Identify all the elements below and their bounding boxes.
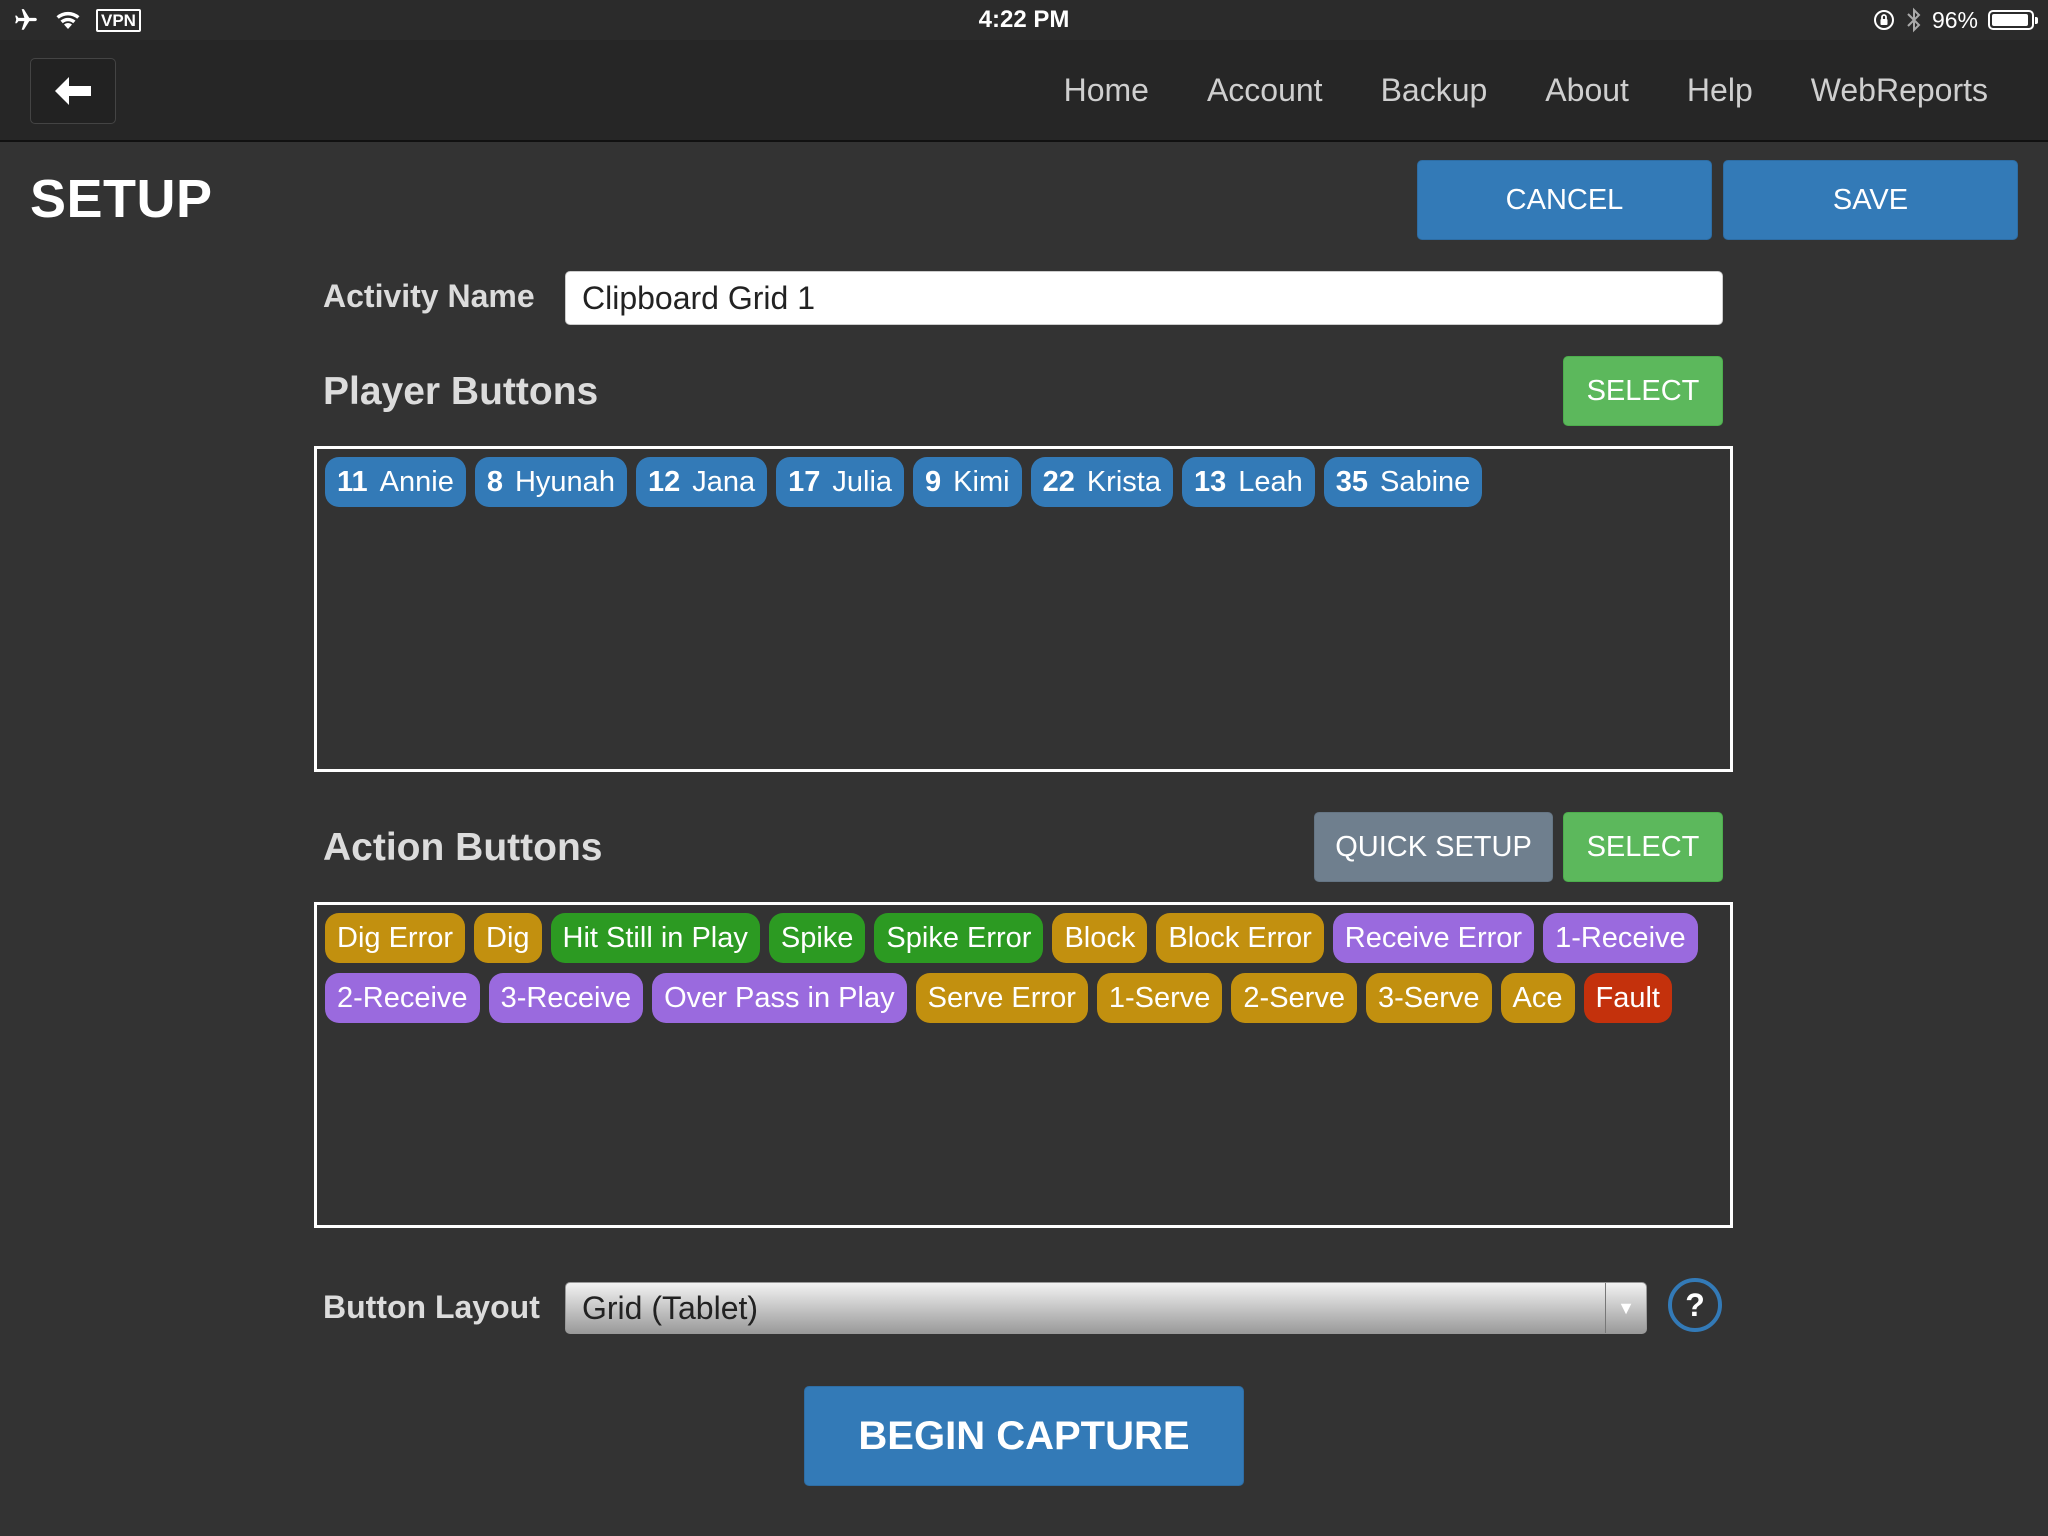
action-select-button[interactable]: SELECT [1563,812,1723,882]
player-name: Annie [379,466,454,498]
action-chip[interactable]: 1-Serve [1096,973,1223,1023]
bluetooth-icon [1907,7,1921,33]
begin-capture-button[interactable]: BEGIN CAPTURE [804,1386,1244,1486]
action-chip[interactable]: Hit Still in Play [550,913,760,963]
action-chip[interactable]: Block Error [1156,913,1324,963]
player-chip[interactable]: 22 Krista [1030,457,1173,507]
player-number: 13 [1193,466,1227,498]
player-number: 9 [925,466,942,498]
nav-link-home[interactable]: Home [1064,72,1149,109]
cancel-button[interactable]: CANCEL [1417,160,1712,240]
player-number: 17 [788,466,821,498]
action-chip[interactable]: Serve Error [915,973,1088,1023]
battery-icon [1988,10,2038,30]
action-chip[interactable]: 3-Serve [1365,973,1492,1023]
page-title: SETUP [30,169,213,229]
player-chip[interactable]: 8 Hyunah [474,457,627,507]
button-layout-select[interactable]: Grid (Tablet) ▼ [565,1282,1647,1334]
action-chip[interactable]: 3-Receive [488,973,644,1023]
player-buttons-title: Player Buttons [323,370,599,413]
action-chip[interactable]: 2-Serve [1231,973,1357,1023]
orientation-lock-icon [1873,10,1894,30]
action-chip[interactable]: Dig Error [325,913,466,963]
player-chip[interactable]: 9 Kimi [913,457,1022,507]
nav-link-webreports[interactable]: WebReports [1811,72,1988,109]
player-select-button[interactable]: SELECT [1563,356,1723,426]
nav-link-help[interactable]: Help [1687,72,1753,109]
action-buttons-title: Action Buttons [323,826,603,869]
action-chip[interactable]: Fault [1583,973,1672,1023]
player-number: 8 [486,466,503,498]
player-name: Leah [1238,466,1303,498]
player-name: Julia [832,466,893,498]
player-name: Sabine [1380,466,1471,498]
player-chip[interactable]: 12 Jana [635,457,768,507]
nav-links: Home Account Backup About Help WebReport… [1064,40,1988,140]
battery-fill [1992,14,2029,26]
triangle-down-icon: ▼ [1605,1283,1646,1333]
action-buttons-box: Dig Error Dig Hit Still in Play Spike Spike … [314,902,1733,1228]
action-chip[interactable]: 1-Receive [1543,913,1698,963]
player-number: 22 [1042,466,1075,498]
action-chip[interactable]: Spike [768,913,866,963]
save-button[interactable]: SAVE [1723,160,2018,240]
action-chip[interactable]: Receive Error [1332,913,1535,963]
activity-name-input[interactable] [565,271,1723,325]
back-button[interactable] [30,58,116,124]
status-bar: VPN 4:22 PM 96% [0,0,2048,40]
nav-link-account[interactable]: Account [1207,72,1323,109]
button-layout-label: Button Layout [323,1289,540,1325]
player-name: Hyunah [514,466,615,498]
action-chip[interactable]: Spike Error [874,913,1044,963]
arrow-left-icon [55,77,91,105]
player-name: Krista [1086,466,1161,498]
action-chip[interactable]: Dig [474,913,542,963]
nav-bar: Home Account Backup About Help WebReport… [0,40,2048,142]
status-time: 4:22 PM [978,6,1070,33]
quick-setup-button[interactable]: QUICK SETUP [1314,812,1553,882]
player-buttons-box: 11 Annie 8 Hyunah 12 Jana 17 Julia 9 Kimi 22 Krista… [314,446,1733,772]
player-chip[interactable]: 35 Sabine [1323,457,1483,507]
player-name: Jana [692,466,756,498]
action-chip[interactable]: Block [1052,913,1148,963]
activity-name-label: Activity Name [323,278,535,314]
battery-percent: 96% [1931,6,1978,33]
player-number: 35 [1335,466,1369,498]
player-number: 12 [647,466,681,498]
action-chip[interactable]: 2-Receive [325,973,480,1023]
player-chip[interactable]: 17 Julia [776,457,905,507]
nav-link-backup[interactable]: Backup [1381,72,1488,109]
status-right: 96% [1872,4,2038,36]
player-chip[interactable]: 11 Annie [325,457,466,507]
question-circle-icon[interactable]: ? [1668,1278,1722,1332]
player-name: Kimi [953,466,1010,498]
button-layout-value: Grid (Tablet) [582,1290,759,1326]
action-chip[interactable]: Over Pass in Play [652,973,907,1023]
nav-link-about[interactable]: About [1545,72,1629,109]
player-chip[interactable]: 13 Leah [1181,457,1315,507]
action-chip[interactable]: Ace [1500,973,1575,1023]
player-number: 11 [337,466,368,498]
